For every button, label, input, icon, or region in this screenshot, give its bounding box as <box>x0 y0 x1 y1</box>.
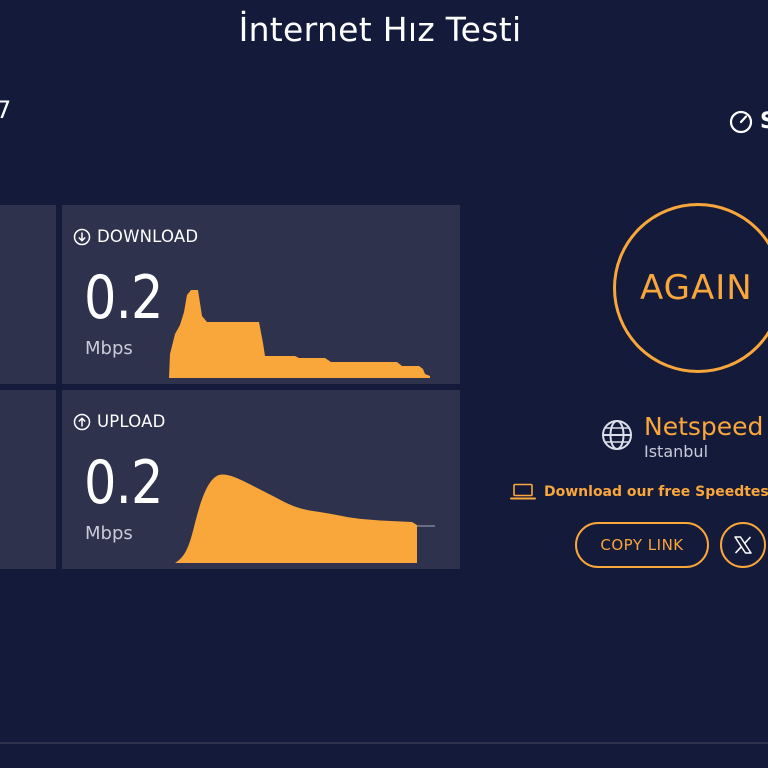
server-location: Istanbul <box>644 442 709 461</box>
upload-unit: Mbps <box>85 523 133 544</box>
upload-value: 0.2 <box>84 448 163 518</box>
copy-link-button[interactable]: COPY LINK <box>575 522 709 568</box>
edge-speed-link[interactable]: S <box>728 108 768 134</box>
again-button[interactable]: AGAIN <box>613 203 768 373</box>
speedometer-icon <box>729 110 753 134</box>
partial-card-bottom <box>0 390 56 569</box>
download-graph <box>169 290 430 378</box>
download-unit: Mbps <box>85 338 133 359</box>
download-value: 0.2 <box>84 263 163 333</box>
share-x-button[interactable] <box>720 522 766 568</box>
download-label: DOWNLOAD <box>97 227 199 246</box>
x-logo-icon <box>734 536 752 554</box>
edge-speed-text: S <box>760 108 768 134</box>
arrow-up-circle-icon <box>73 413 91 430</box>
globe-icon <box>602 420 632 450</box>
upload-card: UPLOAD 0.2 Mbps <box>62 390 460 569</box>
upload-graph <box>175 474 435 563</box>
app-download-text: Download our free Speedtest <box>544 484 768 500</box>
download-header: DOWNLOAD <box>73 227 198 246</box>
app-download-link[interactable]: Download our free Speedtest <box>510 483 768 501</box>
laptop-icon <box>510 483 536 500</box>
edge-partial-text: 7 <box>0 96 12 124</box>
server-info[interactable]: Netspeed Istanbul <box>600 412 763 462</box>
download-card: DOWNLOAD 0.2 Mbps <box>62 205 460 384</box>
bottom-divider <box>0 742 768 744</box>
partial-card-top <box>0 205 56 384</box>
upload-header: UPLOAD <box>73 412 166 431</box>
page-title: İnternet Hız Testi <box>238 10 522 49</box>
server-name: Netspeed <box>644 412 764 441</box>
arrow-down-circle-icon <box>73 228 91 245</box>
upload-label: UPLOAD <box>97 412 166 431</box>
